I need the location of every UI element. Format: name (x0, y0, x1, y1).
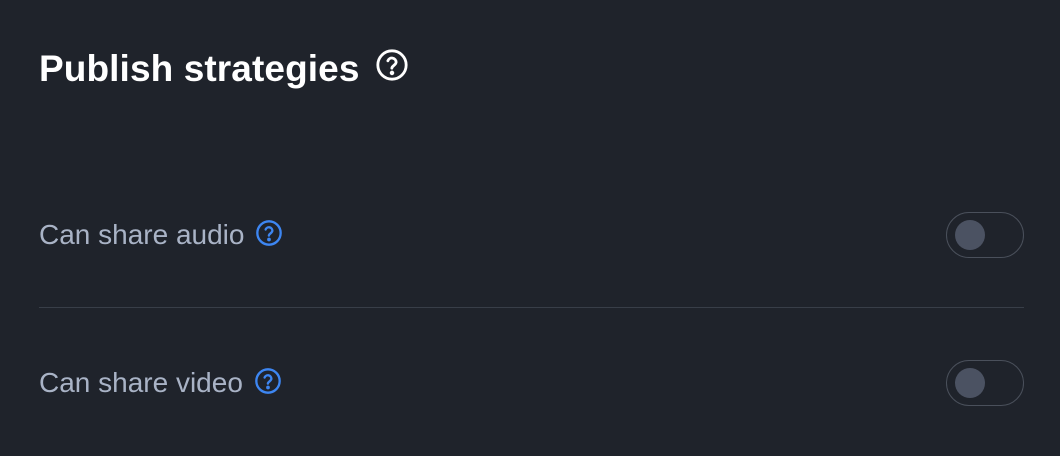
section-title: Publish strategies (39, 48, 360, 89)
toggle-knob (955, 220, 985, 250)
setting-label: Can share video (39, 367, 243, 398)
share-video-toggle[interactable] (946, 360, 1024, 406)
help-circle-icon[interactable] (255, 219, 283, 247)
help-circle-icon[interactable] (254, 367, 282, 395)
setting-label-group: Can share audio (39, 211, 283, 259)
toggle-knob (955, 368, 985, 398)
setting-row-share-audio: Can share audio (39, 211, 1024, 259)
help-circle-icon[interactable] (375, 48, 409, 82)
section-header: Publish strategies (39, 44, 409, 94)
publish-strategies-panel: Publish strategies Can share audio Can s… (0, 0, 1060, 456)
divider (39, 307, 1024, 308)
share-audio-toggle[interactable] (946, 212, 1024, 258)
setting-row-share-video: Can share video (39, 359, 1024, 407)
setting-label: Can share audio (39, 219, 245, 250)
setting-label-group: Can share video (39, 359, 282, 407)
